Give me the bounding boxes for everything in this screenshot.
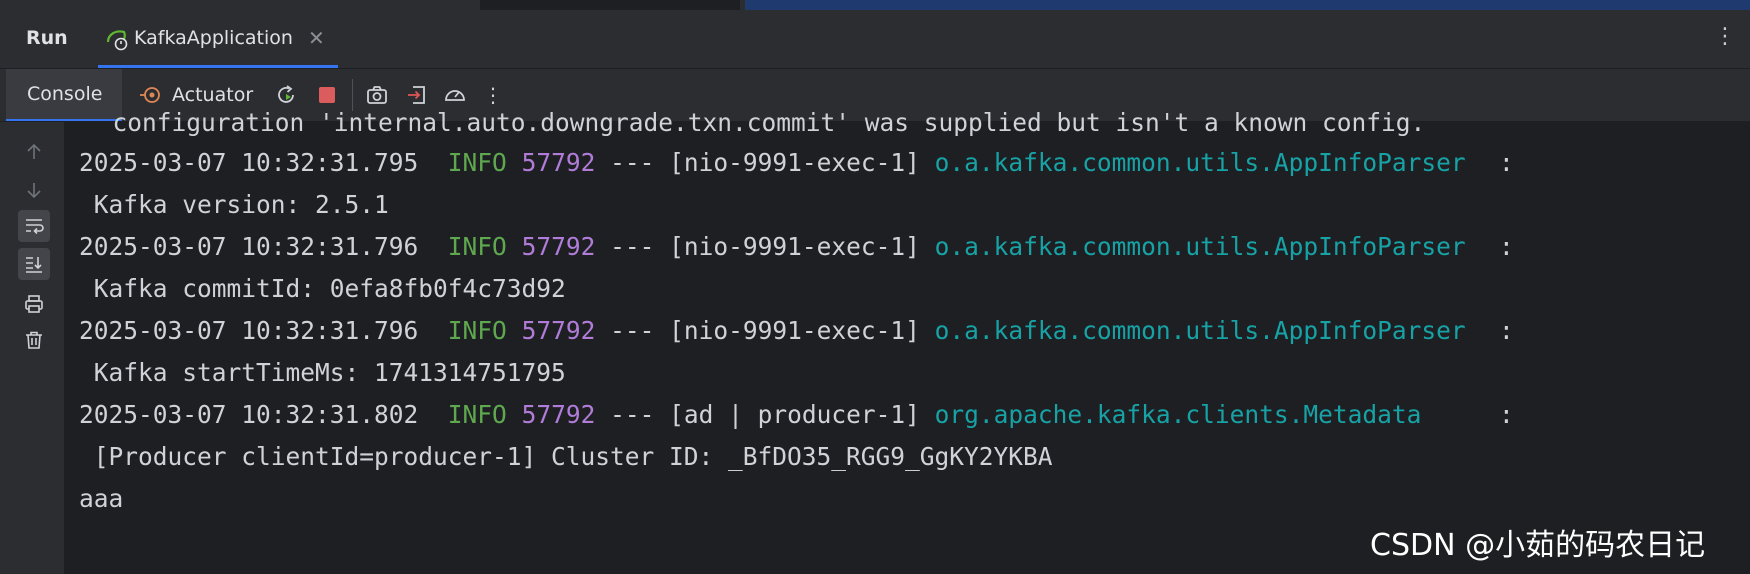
soft-wrap-icon[interactable] [18, 210, 50, 242]
log-entry-header: 2025-03-07 10:32:31.795 INFO 57792 --- [… [79, 148, 1466, 177]
stop-icon[interactable] [313, 81, 341, 109]
trash-icon[interactable] [18, 324, 50, 356]
arrow-down-icon[interactable] [18, 174, 50, 206]
log-entry-header: 2025-03-07 10:32:31.796 INFO 57792 --- [… [79, 316, 1466, 345]
tab-active-indicator [98, 65, 338, 68]
console-line: aaa [79, 484, 124, 513]
editor-top-strip [0, 0, 1750, 10]
print-icon[interactable] [18, 288, 50, 320]
run-tool-window-header: Run KafkaApplication ✕ ⋮ [0, 10, 1750, 69]
console-side-toolbar [0, 122, 65, 574]
csdn-watermark: CSDN @小茹的码农日记 [1370, 528, 1706, 563]
log-message: Kafka startTimeMs: 1741314751795 [79, 358, 566, 387]
console-output[interactable]: configuration 'internal.auto.downgrade.t… [65, 108, 1750, 574]
actuator-icon [138, 83, 162, 107]
rerun-icon[interactable] [272, 81, 300, 109]
log-message: Kafka commitId: 0efa8fb0f4c73d92 [79, 274, 566, 303]
tab-label: KafkaApplication [134, 27, 293, 49]
scroll-to-end-icon[interactable] [18, 248, 50, 280]
tab-kafka-application[interactable]: KafkaApplication ✕ [98, 10, 338, 68]
log-separator: : [1499, 316, 1514, 345]
log-message: [Producer clientId=producer-1] Cluster I… [79, 442, 1053, 471]
project-tree-remnant [0, 0, 480, 10]
log-separator: : [1499, 400, 1514, 429]
log-separator: : [1499, 148, 1514, 177]
more-actions-icon[interactable]: ⋮ [479, 81, 507, 109]
run-title: Run [26, 27, 68, 49]
line-numbers-remnant [600, 0, 740, 10]
log-message: Kafka version: 2.5.1 [79, 190, 389, 219]
close-icon[interactable]: ✕ [308, 26, 325, 50]
camera-icon[interactable] [363, 81, 391, 109]
gutter-remnant [480, 0, 600, 10]
editor-selection-remnant [745, 0, 1750, 10]
profiler-gauge-icon[interactable] [441, 81, 469, 109]
more-options-icon[interactable]: ⋮ [1714, 24, 1736, 49]
log-entry-header: 2025-03-07 10:32:31.802 INFO 57792 --- [… [79, 400, 1422, 429]
spring-boot-run-icon [104, 26, 130, 52]
arrow-up-icon[interactable] [18, 136, 50, 168]
log-separator: : [1499, 232, 1514, 261]
console-tab-label: Console [27, 83, 103, 105]
log-entry-header: 2025-03-07 10:32:31.796 INFO 57792 --- [… [79, 232, 1466, 261]
console-line: configuration 'internal.auto.downgrade.t… [83, 108, 1426, 137]
export-icon[interactable] [403, 81, 431, 109]
actuator-tab-label: Actuator [172, 84, 254, 106]
toolbar-separator [352, 79, 353, 111]
